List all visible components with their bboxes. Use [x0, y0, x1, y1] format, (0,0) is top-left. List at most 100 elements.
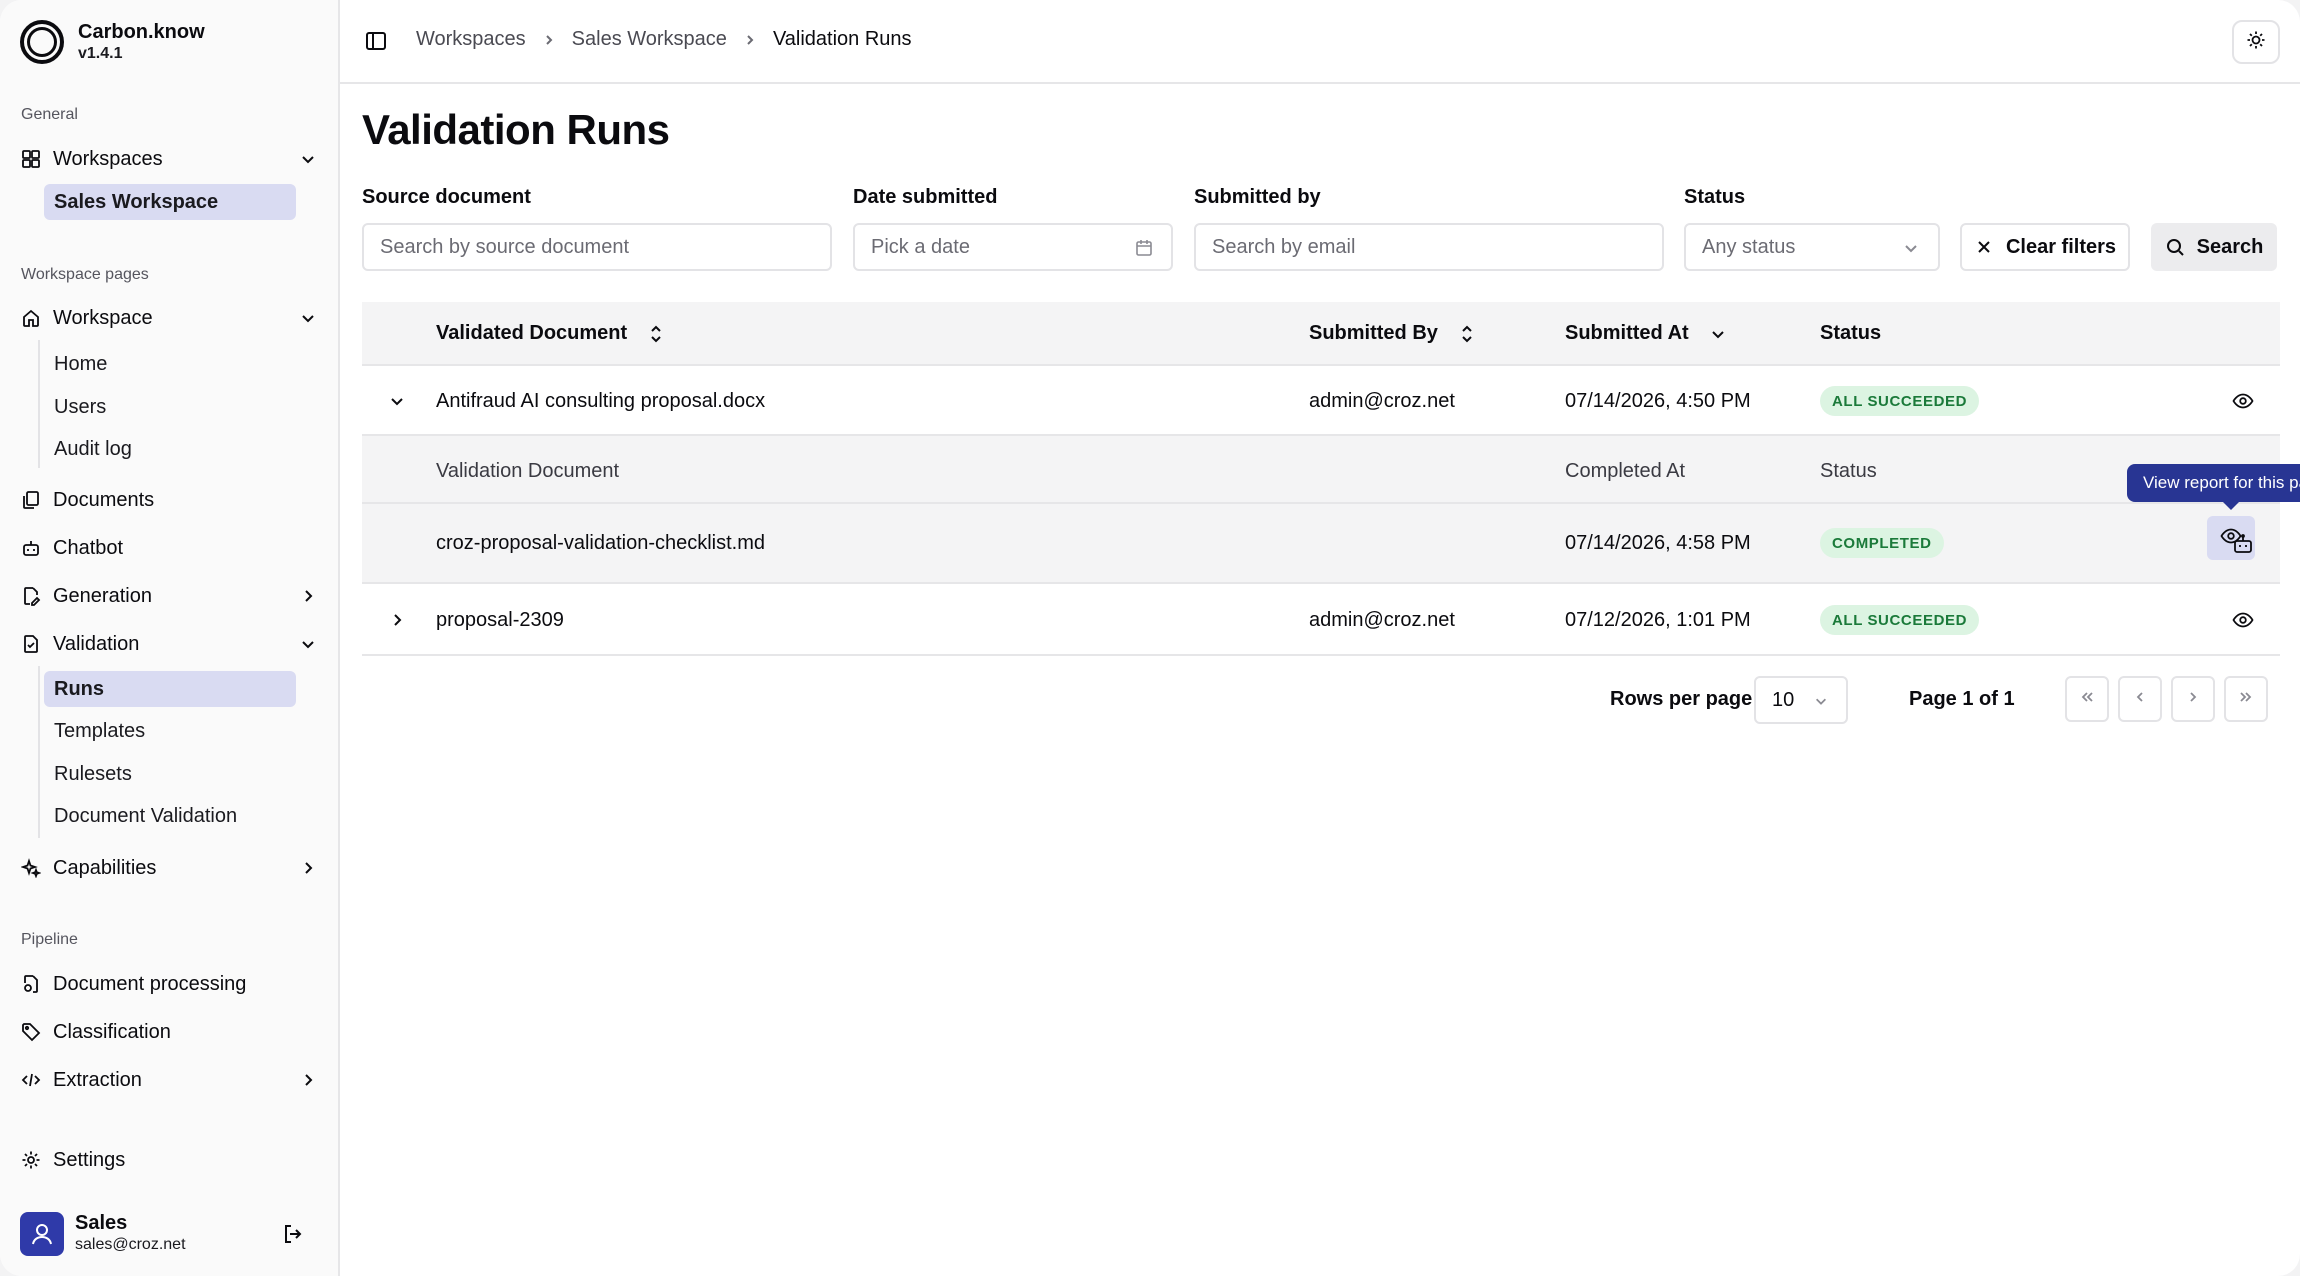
source-document-input[interactable]: Search by source document — [362, 223, 832, 271]
gear-icon — [20, 1149, 42, 1171]
user-email: sales@croz.net — [75, 1236, 186, 1253]
status-badge: COMPLETED — [1820, 528, 1944, 558]
robot-icon[interactable] — [2228, 529, 2258, 559]
sidebar-item-document-validation[interactable]: Document Validation — [44, 798, 296, 834]
cell-document: Antifraud AI consulting proposal.docx — [436, 390, 766, 412]
chevron-down-icon — [1812, 692, 1830, 710]
sidebar-item-templates[interactable]: Templates — [44, 713, 296, 749]
logout-icon[interactable] — [280, 1221, 306, 1247]
sidebar-item-capabilities[interactable]: Capabilities — [20, 848, 318, 888]
sidebar-item-users[interactable]: Users — [44, 389, 296, 425]
chevron-right-icon — [298, 586, 318, 606]
status-select-value: Any status — [1702, 235, 1796, 258]
cell-submitted-by: admin@croz.net — [1309, 609, 1455, 631]
filter-label-status: Status — [1684, 186, 1746, 208]
filter-label-source-document: Source document — [362, 186, 531, 208]
header-submitted-by[interactable]: Submitted By — [1309, 322, 1476, 345]
brand-version: v1.4.1 — [78, 45, 123, 62]
sort-icon — [1458, 325, 1476, 343]
page-title: Validation Runs — [362, 106, 670, 153]
table-header: Validated Document Submitted By Submitte… — [362, 302, 2280, 366]
chevron-down-icon — [298, 308, 318, 328]
submitted-by-input[interactable]: Search by email — [1194, 223, 1664, 271]
rows-per-page-label: Rows per page — [1610, 688, 1753, 710]
previous-page-button[interactable] — [2118, 676, 2162, 722]
chevron-right-icon — [2185, 689, 2201, 710]
robot-icon — [20, 537, 42, 559]
header-validated-document[interactable]: Validated Document — [436, 322, 665, 345]
table-row[interactable]: Antifraud AI consulting proposal.docx ad… — [362, 366, 2280, 436]
table-row[interactable]: proposal-2309 admin@croz.net 07/12/2026,… — [362, 584, 2280, 656]
search-icon — [2165, 237, 2185, 257]
chevron-right-icon — [298, 1070, 318, 1090]
sidebar-item-label: Document processing — [53, 972, 247, 995]
sidebar-item-audit-log[interactable]: Audit log — [44, 431, 296, 467]
sidebar-item-documents[interactable]: Documents — [20, 480, 318, 520]
user-profile[interactable]: Sales sales@croz.net — [20, 1212, 320, 1256]
sidebar-item-label: Validation — [53, 632, 140, 655]
chevron-right-icon — [298, 858, 318, 878]
sidebar-item-classification[interactable]: Classification — [20, 1012, 318, 1052]
next-page-button[interactable] — [2171, 676, 2215, 722]
section-label-pipeline: Pipeline — [21, 931, 78, 948]
sidebar-item-home[interactable]: Home — [44, 346, 296, 382]
eye-icon[interactable] — [2228, 386, 2258, 416]
first-page-button[interactable] — [2065, 676, 2109, 722]
chevron-down-icon[interactable] — [386, 390, 408, 412]
status-badge: ALL SUCCEEDED — [1820, 605, 1980, 635]
workspaces-icon — [20, 148, 42, 170]
submitted-by-placeholder: Search by email — [1212, 235, 1356, 258]
sidebar-item-extraction[interactable]: Extraction — [20, 1060, 318, 1100]
sidebar-item-workspaces[interactable]: Workspaces — [20, 139, 318, 179]
sidebar-item-runs[interactable]: Runs — [44, 671, 296, 707]
x-icon — [1974, 237, 1994, 257]
code-icon — [20, 1069, 42, 1091]
clear-filters-button[interactable]: Clear filters — [1960, 223, 2130, 271]
sidebar-item-sales-workspace[interactable]: Sales Workspace — [44, 184, 296, 220]
brand-logo-icon — [20, 20, 64, 64]
sidebar-item-settings[interactable]: Settings — [20, 1140, 318, 1180]
sidebar-item-label: Generation — [53, 584, 152, 607]
file-edit-icon — [20, 585, 42, 607]
file-check-icon — [20, 633, 42, 655]
chevrons-right-icon — [2238, 689, 2254, 710]
breadcrumb-sales-workspace[interactable]: Sales Workspace — [572, 28, 727, 51]
header-submitted-at[interactable]: Submitted At — [1565, 322, 1727, 345]
sidebar-item-generation[interactable]: Generation — [20, 576, 318, 616]
sidebar-item-label: Workspace — [53, 306, 153, 329]
cell-submitted-at: 07/14/2026, 4:50 PM — [1565, 390, 1751, 412]
status-select[interactable]: Any status — [1684, 223, 1940, 271]
sun-icon — [2246, 30, 2266, 55]
theme-toggle-button[interactable] — [2232, 20, 2280, 64]
sort-desc-icon — [1709, 325, 1727, 343]
last-page-button[interactable] — [2224, 676, 2268, 722]
sidebar: Carbon.know v1.4.1 General Workspaces Sa… — [0, 0, 340, 1276]
breadcrumb-workspaces[interactable]: Workspaces — [416, 28, 526, 51]
sidebar-item-rulesets[interactable]: Rulesets — [44, 756, 296, 792]
brand[interactable]: Carbon.know v1.4.1 — [20, 20, 205, 64]
sidebar-item-workspace[interactable]: Workspace — [20, 298, 318, 338]
subtable-header: Validation Document Completed At Status — [362, 436, 2280, 504]
eye-icon[interactable] — [2228, 605, 2258, 635]
section-label-workspace-pages: Workspace pages — [21, 266, 149, 283]
clear-filters-label: Clear filters — [2005, 235, 2117, 258]
subtable-row[interactable]: croz-proposal-validation-checklist.md 07… — [362, 504, 2280, 584]
main-content: Workspaces Sales Workspace Validation Ru… — [340, 0, 2300, 1276]
search-label: Search — [2196, 235, 2264, 258]
date-placeholder: Pick a date — [871, 235, 970, 258]
rows-per-page-select[interactable]: 10 — [1754, 676, 1848, 724]
section-label-general: General — [21, 106, 78, 123]
tag-icon — [20, 1021, 42, 1043]
chevron-right-icon[interactable] — [386, 609, 408, 631]
calendar-icon — [1133, 237, 1155, 259]
header-status: Status — [1820, 322, 1881, 345]
sidebar-item-chatbot[interactable]: Chatbot — [20, 528, 318, 568]
panel-toggle-icon[interactable] — [364, 29, 388, 53]
sidebar-item-validation[interactable]: Validation — [20, 624, 318, 664]
cell-completed-at: 07/14/2026, 4:58 PM — [1565, 532, 1751, 554]
user-name: Sales — [75, 1212, 128, 1234]
search-button[interactable]: Search — [2151, 223, 2277, 271]
sidebar-item-document-processing[interactable]: Document processing — [20, 964, 318, 1004]
date-picker-input[interactable]: Pick a date — [853, 223, 1173, 271]
sidebar-item-label: Extraction — [53, 1068, 142, 1091]
